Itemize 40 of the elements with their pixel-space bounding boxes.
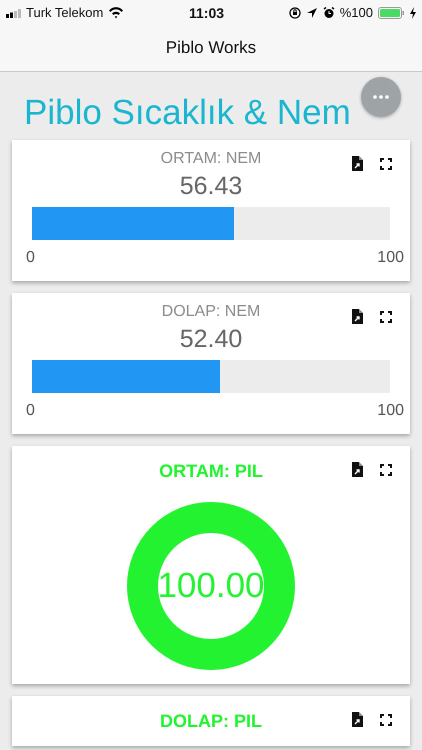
nav-title: Piblo Works <box>166 38 256 58</box>
gauge-value: 52.40 <box>180 325 242 354</box>
export-button[interactable] <box>351 462 364 478</box>
file-export-icon <box>351 462 364 478</box>
fullscreen-icon <box>380 464 392 476</box>
fullscreen-icon <box>380 714 392 726</box>
location-arrow-icon <box>306 6 318 18</box>
fullscreen-icon <box>380 158 392 170</box>
clock-time: 11:03 <box>189 4 224 20</box>
card-title: ORTAM: PIL <box>159 461 263 482</box>
wifi-icon <box>108 6 124 19</box>
fullscreen-icon <box>380 311 392 323</box>
scale-max-label: 100 <box>377 249 404 267</box>
fullscreen-button[interactable] <box>380 712 392 728</box>
scale-min-label: 0 <box>26 249 35 267</box>
battery-icon <box>378 6 404 18</box>
scale-min-label: 0 <box>26 402 35 420</box>
file-export-icon <box>351 309 364 325</box>
battery-percent: %100 <box>340 5 373 20</box>
fullscreen-button[interactable] <box>380 462 392 478</box>
export-button[interactable] <box>351 712 364 728</box>
alarm-clock-icon <box>322 6 335 18</box>
signal-icon <box>6 8 21 18</box>
card-title: DOLAP: NEM <box>162 303 260 321</box>
page-title: Piblo Sıcaklık & Nem <box>24 92 351 134</box>
carrier-name: Turk Telekom <box>26 5 104 20</box>
fullscreen-button[interactable] <box>380 156 392 172</box>
file-export-icon <box>351 712 364 728</box>
file-export-icon <box>351 156 364 172</box>
card-title: DOLAP: PIL <box>160 711 262 732</box>
gauge-value: 56.43 <box>180 172 242 201</box>
gauge-value: 100.00 <box>157 566 265 606</box>
scale-max-label: 100 <box>377 402 404 420</box>
fullscreen-button[interactable] <box>380 309 392 325</box>
export-button[interactable] <box>351 309 364 325</box>
card-title: ORTAM: NEM <box>160 150 262 168</box>
more-icon <box>373 95 389 99</box>
charging-bolt-icon <box>408 6 416 18</box>
export-button[interactable] <box>351 156 364 172</box>
rotation-lock-icon <box>288 6 301 18</box>
